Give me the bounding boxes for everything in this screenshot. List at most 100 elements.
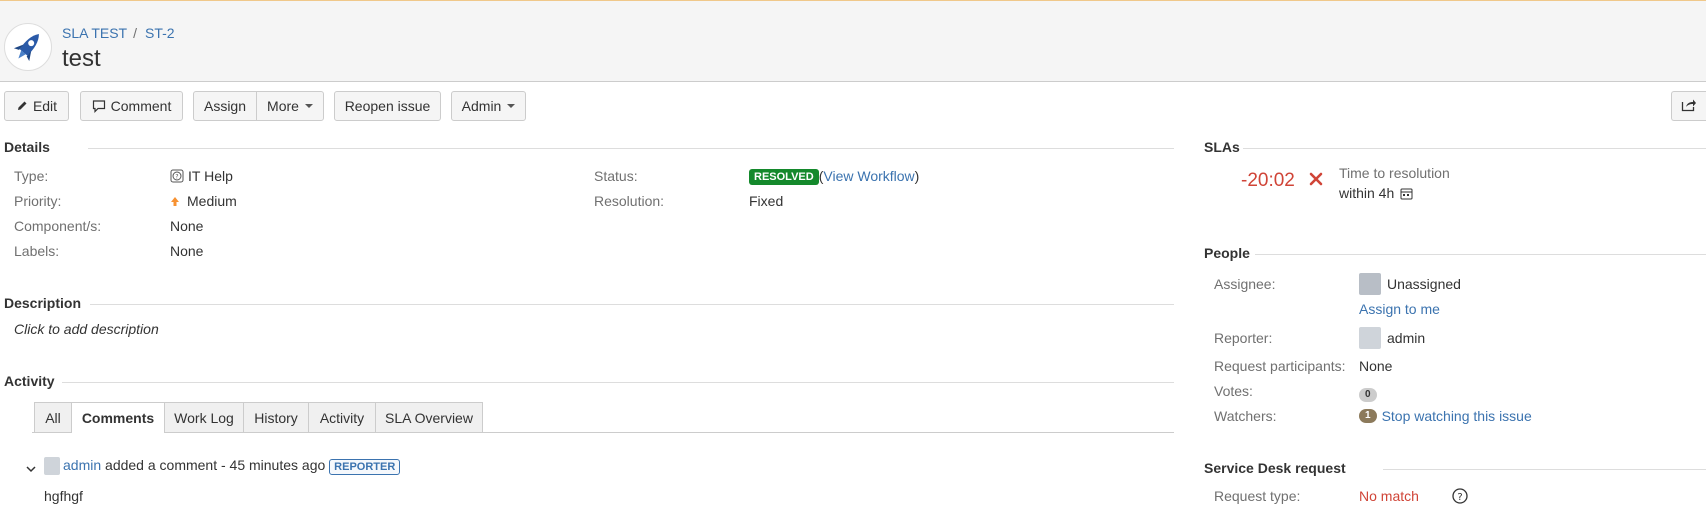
type-value-text: IT Help (188, 168, 233, 184)
status-label: Status: (594, 168, 638, 184)
priority-value-text: Medium (187, 193, 237, 209)
more-dropdown-button[interactable]: More (256, 91, 324, 121)
people-divider (1255, 254, 1706, 255)
breadcrumb-issue-key-link[interactable]: ST-2 (145, 25, 175, 41)
labels-value[interactable]: None (170, 243, 203, 259)
issue-header: SLA TEST / ST-2 test (0, 0, 1706, 82)
assign-to-me-link[interactable]: Assign to me (1359, 301, 1440, 317)
sla-target: within 4h (1339, 185, 1413, 201)
rocket-icon (13, 33, 39, 62)
tab-work-log[interactable]: Work Log (164, 402, 244, 432)
issue-toolbar: Edit Comment Assign More Reopen issue Ad… (0, 91, 1706, 123)
svg-text:?: ? (175, 174, 178, 181)
reporter-avatar (1359, 327, 1381, 349)
it-help-icon: ? (170, 169, 184, 183)
tab-all[interactable]: All (34, 402, 72, 432)
reopen-button-label: Reopen issue (344, 98, 431, 114)
breadcrumb-project-link[interactable]: SLA TEST (62, 25, 127, 41)
status-value: RESOLVED (View Workflow) (749, 168, 919, 185)
request-type-label: Request type: (1214, 488, 1301, 504)
more-button-label: More (267, 98, 299, 114)
slas-section-title[interactable]: SLAs (1204, 139, 1240, 155)
reporter-tag: REPORTER (329, 459, 401, 475)
description-section-title[interactable]: Description (4, 295, 81, 311)
comment-body: hgfhgf (44, 488, 83, 504)
priority-medium-icon (170, 195, 180, 207)
reporter-label: Reporter: (1214, 330, 1273, 346)
people-section-title[interactable]: People (1204, 245, 1250, 261)
resolution-label: Resolution: (594, 193, 665, 209)
issue-summary-title[interactable]: test (62, 45, 101, 73)
watchers-label: Watchers: (1214, 408, 1277, 424)
comment-item: admin added a comment - 45 minutes ago R… (0, 455, 1176, 504)
status-badge: RESOLVED (749, 169, 819, 185)
comment-author-link[interactable]: admin (63, 457, 101, 473)
resolution-value: Fixed (749, 193, 784, 209)
svg-text:?: ? (1457, 492, 1462, 503)
details-section-title[interactable]: Details (4, 139, 50, 155)
chevron-down-icon (507, 104, 516, 108)
reopen-issue-button[interactable]: Reopen issue (334, 91, 441, 121)
sla-remaining-time: -20:02 (1241, 170, 1295, 191)
assign-button-label: Assign (203, 98, 247, 114)
assignee-value[interactable]: Unassigned (1387, 276, 1461, 292)
description-divider (90, 304, 1174, 305)
labels-label: Labels: (14, 243, 60, 259)
breadcrumb-separator: / (133, 25, 137, 41)
pencil-icon (16, 100, 28, 112)
slas-divider (1243, 148, 1706, 149)
tab-sla-overview[interactable]: SLA Overview (375, 402, 483, 432)
comment-action-text: added a comment - 45 minutes ago (105, 457, 326, 473)
type-label: Type: (14, 168, 49, 184)
share-export-button[interactable] (1671, 91, 1706, 121)
components-label: Component/s: (14, 218, 102, 234)
tab-history[interactable]: History (243, 402, 309, 432)
request-participants-label: Request participants: (1214, 358, 1346, 374)
comment-button-label: Comment (110, 98, 172, 114)
assign-button[interactable]: Assign (193, 91, 257, 121)
stop-watching-link[interactable]: Stop watching this issue (1382, 408, 1532, 424)
sla-target-text: within 4h (1339, 185, 1395, 201)
priority-label: Priority: (14, 193, 62, 209)
assignee-label: Assignee: (1214, 276, 1276, 292)
type-value: ? IT Help (170, 168, 233, 184)
description-placeholder[interactable]: Click to add description (14, 321, 159, 337)
watchers-count-badge[interactable]: 1 (1359, 409, 1377, 423)
breadcrumb: SLA TEST / ST-2 (62, 25, 175, 41)
collapse-chevron-icon[interactable] (26, 460, 36, 476)
admin-button-label: Admin (461, 98, 502, 114)
priority-value: Medium (170, 193, 237, 209)
votes-label: Votes: (1214, 383, 1253, 399)
request-type-value[interactable]: No match (1359, 488, 1419, 504)
unassigned-avatar (1359, 273, 1381, 295)
comment-author-avatar[interactable] (44, 457, 60, 475)
view-workflow-link[interactable]: View Workflow (823, 168, 914, 184)
admin-dropdown-button[interactable]: Admin (451, 91, 526, 121)
activity-divider (62, 382, 1174, 383)
reporter-value[interactable]: admin (1387, 330, 1425, 346)
sla-breached-x-icon (1308, 171, 1324, 190)
service-desk-divider (1383, 469, 1706, 470)
service-desk-section-title[interactable]: Service Desk request (1204, 460, 1346, 476)
tab-activity[interactable]: Activity (308, 402, 376, 432)
activity-section-title[interactable]: Activity (4, 373, 55, 389)
calendar-icon[interactable] (1400, 187, 1413, 200)
paren-close: ) (914, 168, 920, 184)
chevron-down-icon (304, 104, 313, 108)
comment-button[interactable]: Comment (80, 91, 183, 121)
project-avatar[interactable] (4, 23, 52, 71)
details-divider (88, 148, 1174, 149)
votes-value: 0 (1359, 384, 1377, 402)
edit-button-label: Edit (32, 98, 58, 114)
watchers-value: 1 Stop watching this issue (1359, 408, 1532, 424)
votes-count-badge[interactable]: 0 (1359, 388, 1377, 402)
help-icon[interactable]: ? (1452, 488, 1468, 507)
tab-comments[interactable]: Comments (71, 402, 165, 433)
request-participants-value[interactable]: None (1359, 358, 1392, 374)
sla-name: Time to resolution (1339, 165, 1450, 181)
comment-icon (92, 99, 106, 113)
activity-tabs-baseline (32, 432, 1174, 433)
share-icon (1681, 98, 1697, 115)
components-value[interactable]: None (170, 218, 203, 234)
edit-button[interactable]: Edit (4, 91, 69, 121)
